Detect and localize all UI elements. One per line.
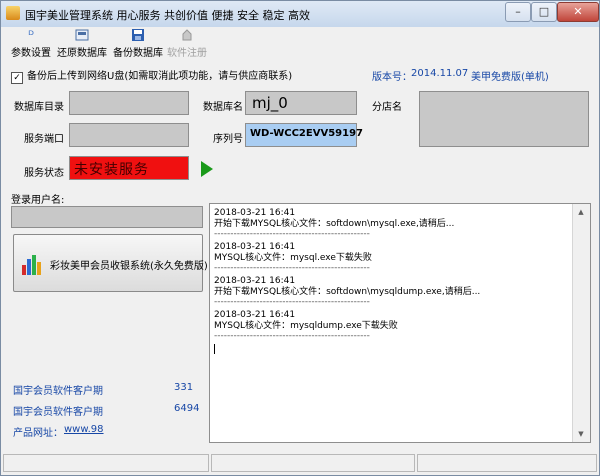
text-caret bbox=[214, 344, 215, 354]
scroll-down-arrow-icon[interactable]: ▼ bbox=[573, 426, 589, 442]
checkbox-box[interactable]: ✓ bbox=[11, 72, 23, 84]
upload-backup-label: 备份后上传到网络U盘(如需取消此项功能，请与供应商联系) bbox=[27, 71, 293, 82]
db-name-field[interactable]: mj_0 bbox=[245, 91, 357, 115]
stat-value: 331 bbox=[174, 382, 194, 393]
scroll-up-arrow-icon[interactable]: ▲ bbox=[573, 204, 589, 220]
log-time: 2018-03-21 16:41 bbox=[214, 208, 296, 218]
register-button[interactable]: 软件注册 bbox=[165, 27, 209, 59]
log-time: 2018-03-21 16:41 bbox=[214, 310, 296, 320]
version-value: 2014.11.07 bbox=[411, 68, 469, 79]
log-panel[interactable]: 2018-03-21 16:41 开始下载MYSQL核心文件：softdown\… bbox=[209, 203, 591, 443]
log-entry: 2018-03-21 16:41 MYSQL核心文件：mysqldump.exe… bbox=[214, 310, 570, 341]
paperclip-icon: ᴰ bbox=[28, 28, 34, 42]
stat-label: 国宇会员软件客户期 bbox=[13, 386, 103, 397]
edition-label: 美甲免费版(单机) bbox=[471, 72, 549, 83]
log-divider: ----------------------------------------… bbox=[214, 332, 370, 341]
backup-database-button[interactable]: 备份数据库 bbox=[111, 27, 165, 59]
minimize-button[interactable]: – bbox=[505, 2, 531, 22]
restore-icon bbox=[75, 28, 89, 42]
port-label: 服务端口 bbox=[24, 134, 64, 145]
log-entry: 2018-03-21 16:41 开始下载MYSQL核心文件：softdown\… bbox=[214, 208, 570, 239]
log-divider: ----------------------------------------… bbox=[214, 298, 370, 307]
maximize-button[interactable]: □ bbox=[531, 2, 557, 22]
log-entry: 2018-03-21 16:41 MYSQL核心文件：mysql.exe下载失败… bbox=[214, 242, 570, 273]
db-name-label: 数据库名 bbox=[203, 102, 243, 113]
bar-chart-icon bbox=[22, 253, 44, 275]
product-site-label: 产品网址： bbox=[13, 428, 63, 439]
launch-pos-system-button[interactable]: 彩妆美甲会员收银系统(永久免费版) bbox=[13, 234, 208, 292]
toolbar: ᴰ 参数设置 还原数据库 备份数据库 软件注册 bbox=[1, 27, 599, 59]
status-segment bbox=[417, 454, 597, 472]
log-time: 2018-03-21 16:41 bbox=[214, 242, 296, 252]
service-status-label: 服务状态 bbox=[24, 168, 64, 179]
serial-field[interactable]: WD-WCC2EVV59197 bbox=[245, 123, 363, 147]
close-button[interactable]: ✕ bbox=[557, 2, 599, 22]
restore-database-button[interactable]: 还原数据库 bbox=[55, 27, 109, 59]
log-time: 2018-03-21 16:41 bbox=[214, 276, 296, 286]
start-service-play-icon[interactable] bbox=[201, 161, 213, 177]
settings-button[interactable]: ᴰ 参数设置 bbox=[9, 27, 53, 59]
log-message: 开始下载MYSQL核心文件：softdown\mysqldump.exe,请稍后… bbox=[214, 287, 481, 297]
stat-label: 国宇会员软件客户期 bbox=[13, 407, 103, 418]
upload-backup-checkbox[interactable]: ✓ 备份后上传到网络U盘(如需取消此项功能，请与供应商联系) bbox=[11, 67, 292, 84]
status-segment bbox=[211, 454, 415, 472]
log-message: MYSQL核心文件：mysql.exe下载失败 bbox=[214, 253, 372, 263]
serial-label: 序列号 bbox=[213, 134, 243, 145]
main-window: 国宇美业管理系统 用心服务 共创价值 便捷 安全 稳定 高效 – □ ✕ ᴰ 参… bbox=[0, 0, 600, 476]
app-logo-icon bbox=[6, 6, 20, 20]
window-title: 国宇美业管理系统 用心服务 共创价值 便捷 安全 稳定 高效 bbox=[25, 9, 310, 22]
save-icon bbox=[131, 28, 145, 42]
db-dir-field[interactable] bbox=[69, 91, 189, 115]
stat-value: 6494 bbox=[174, 403, 200, 414]
title-bar: 国宇美业管理系统 用心服务 共创价值 便捷 安全 稳定 高效 – □ ✕ bbox=[1, 1, 599, 27]
version-label: 版本号： bbox=[372, 72, 412, 83]
branch-field[interactable] bbox=[419, 91, 589, 147]
register-icon bbox=[180, 28, 194, 42]
port-field[interactable] bbox=[69, 123, 189, 147]
product-site-link[interactable]: www.98 bbox=[64, 424, 104, 435]
log-entry: 2018-03-21 16:41 开始下载MYSQL核心文件：softdown\… bbox=[214, 276, 570, 307]
log-list: 2018-03-21 16:41 开始下载MYSQL核心文件：softdown\… bbox=[214, 208, 570, 354]
branch-label: 分店名 bbox=[372, 102, 402, 113]
status-segment bbox=[3, 454, 209, 472]
service-status-field: 未安装服务 bbox=[69, 156, 189, 180]
login-user-label: 登录用户名: bbox=[11, 195, 65, 206]
log-scrollbar[interactable]: ▲ ▼ bbox=[572, 204, 590, 442]
log-divider: ----------------------------------------… bbox=[214, 230, 370, 239]
db-dir-label: 数据库目录 bbox=[14, 102, 64, 113]
log-divider: ----------------------------------------… bbox=[214, 264, 370, 273]
log-message: 开始下载MYSQL核心文件：softdown\mysql.exe,请稍后... bbox=[214, 219, 455, 229]
login-user-field[interactable] bbox=[11, 206, 203, 228]
status-bar bbox=[1, 451, 599, 475]
log-message: MYSQL核心文件：mysqldump.exe下载失败 bbox=[214, 321, 398, 331]
